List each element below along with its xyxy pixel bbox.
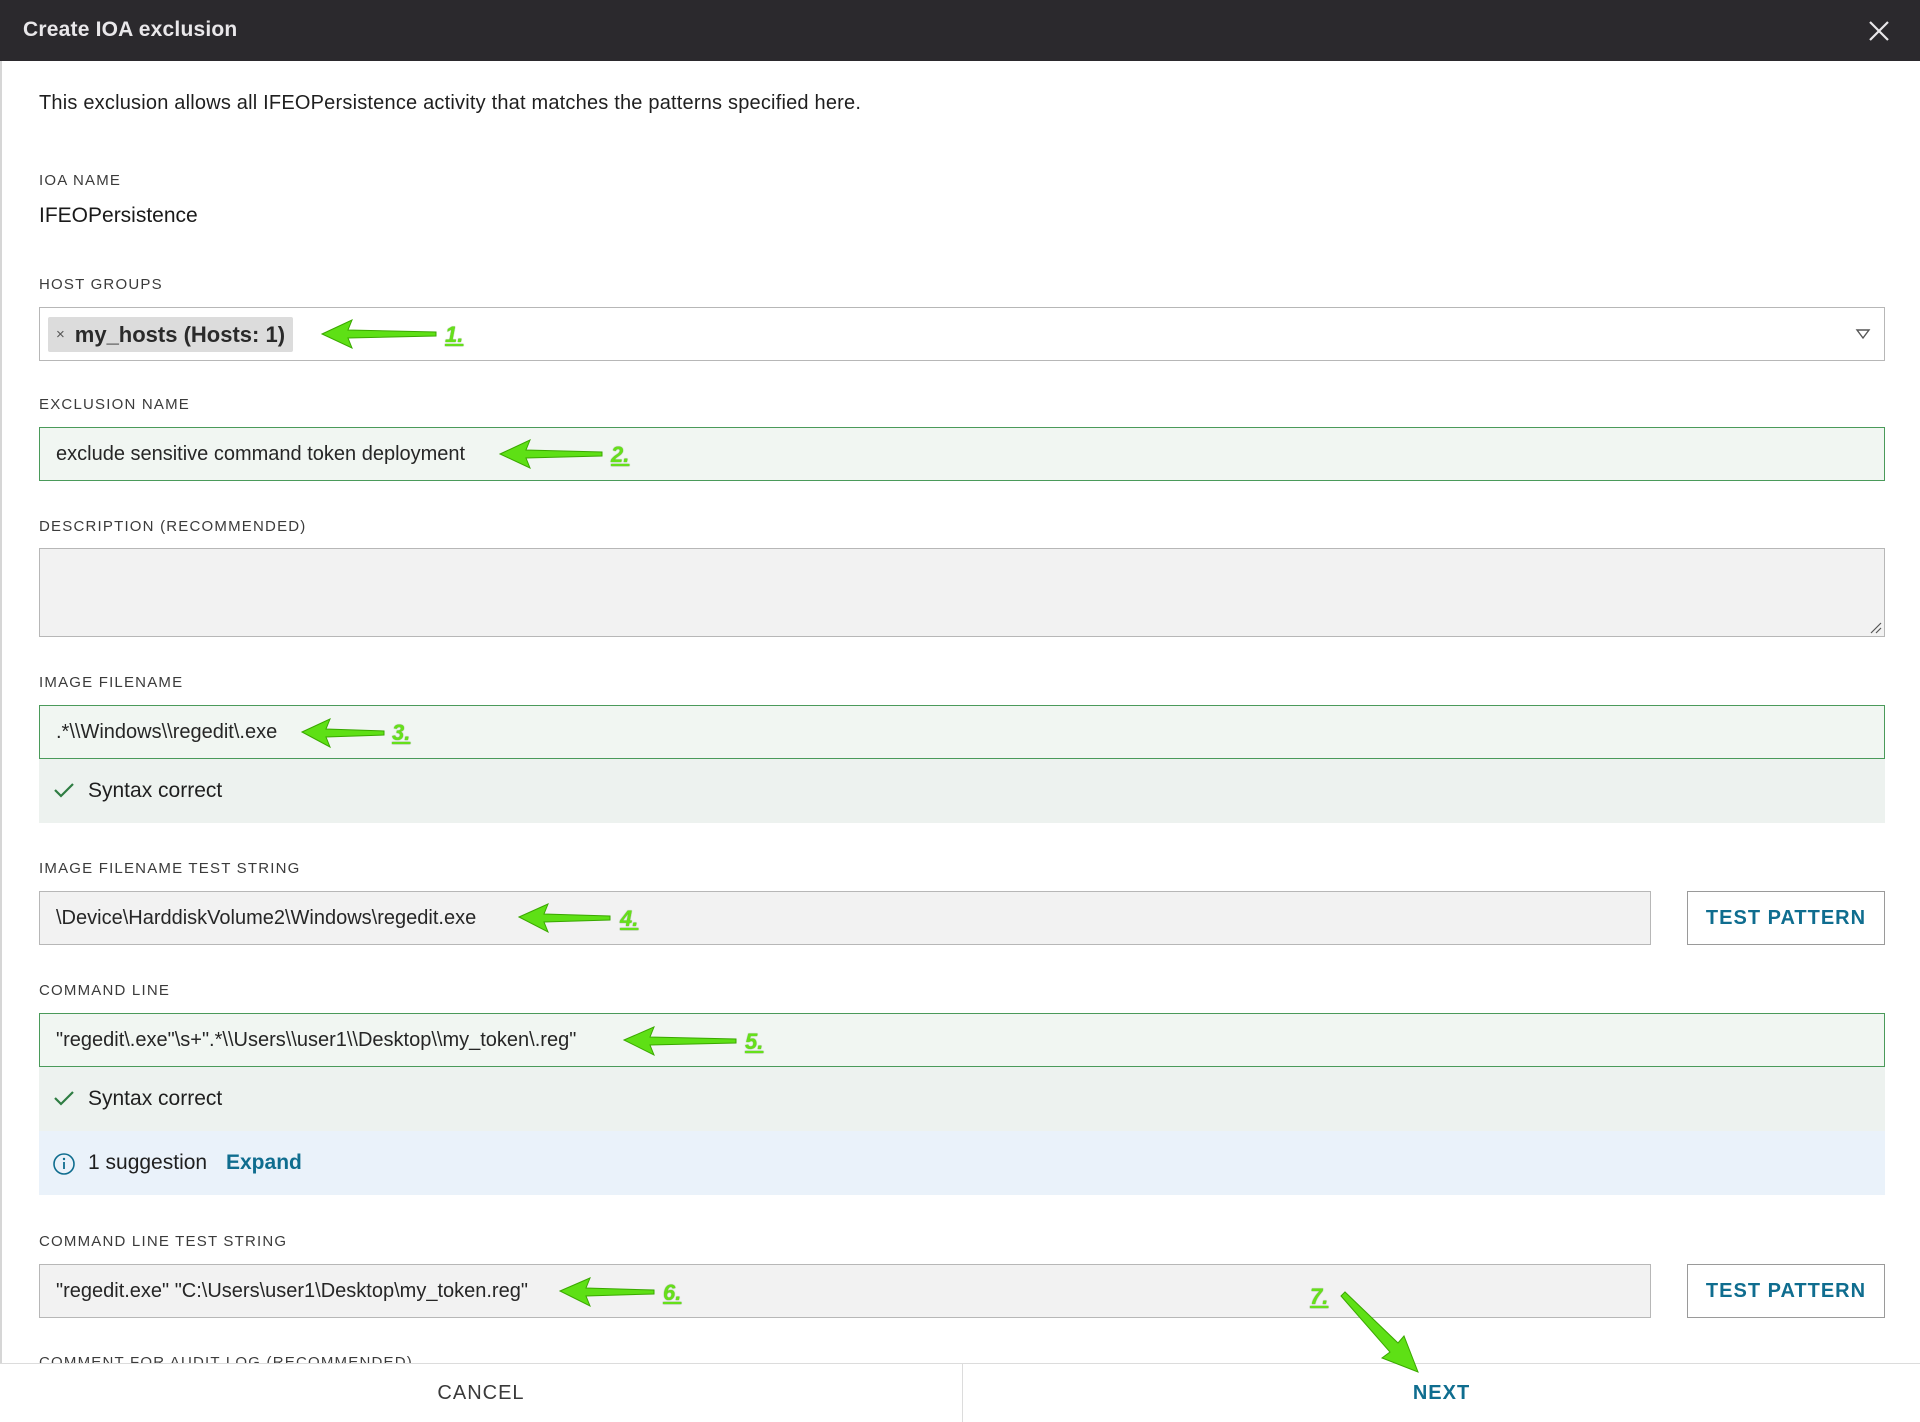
resize-handle-icon[interactable]: [1868, 620, 1882, 634]
dialog-title: Create IOA exclusion: [23, 18, 238, 41]
command-test-value: "regedit.exe" "C:\Users\user1\Desktop\my…: [56, 1280, 528, 1302]
dialog-titlebar: Create IOA exclusion: [0, 0, 1920, 61]
image-test-label: IMAGE FILENAME TEST STRING: [39, 860, 301, 877]
image-filename-status-text: Syntax correct: [88, 779, 223, 802]
command-line-suggestion: 1 suggestion Expand: [39, 1131, 1885, 1195]
next-button[interactable]: NEXT: [963, 1364, 1920, 1422]
image-test-input[interactable]: \Device\HarddiskVolume2\Windows\regedit.…: [39, 891, 1651, 945]
exclusion-name-input[interactable]: exclude sensitive command token deployme…: [39, 427, 1885, 481]
command-test-input[interactable]: "regedit.exe" "C:\Users\user1\Desktop\my…: [39, 1264, 1651, 1318]
check-icon: [54, 783, 74, 798]
suggestion-count: 1 suggestion: [88, 1151, 208, 1174]
annotation-step-6: 6.: [663, 1280, 682, 1305]
host-groups-label: HOST GROUPS: [39, 276, 163, 293]
expand-link[interactable]: Expand: [226, 1151, 302, 1175]
image-filename-input[interactable]: .*\\Windows\\regedit\.exe: [39, 705, 1885, 759]
annotation-step-7: 7.: [1310, 1284, 1329, 1309]
image-filename-status: Syntax correct: [39, 759, 1885, 823]
description-textarea[interactable]: [39, 548, 1885, 637]
host-group-tag-label: my_hosts (Hosts: 1): [74, 321, 286, 347]
host-group-tag: × my_hosts (Hosts: 1): [48, 317, 294, 352]
annotation-step-1: 1.: [445, 322, 464, 347]
image-test-value: \Device\HarddiskVolume2\Windows\regedit.…: [56, 907, 477, 929]
intro-text: This exclusion allows all IFEOPersistenc…: [39, 92, 862, 114]
info-icon: [53, 1153, 75, 1175]
exclusion-name-label: EXCLUSION NAME: [39, 396, 190, 413]
annotation-step-4: 4.: [620, 906, 639, 931]
annotation-step-2: 2.: [611, 442, 630, 467]
ioa-name-value: IFEOPersistence: [39, 204, 198, 227]
annotation-step-5: 5.: [745, 1029, 764, 1054]
command-line-label: COMMAND LINE: [39, 982, 171, 999]
check-icon: [54, 1091, 74, 1106]
command-line-status: Syntax correct: [39, 1067, 1885, 1131]
chevron-down-icon[interactable]: [1855, 326, 1871, 342]
command-line-value: "regedit\.exe"\s+".*\\Users\\user1\\Desk…: [56, 1029, 577, 1051]
command-line-input[interactable]: "regedit\.exe"\s+".*\\Users\\user1\\Desk…: [39, 1013, 1885, 1067]
exclusion-name-value: exclude sensitive command token deployme…: [56, 443, 466, 465]
image-test-pattern-button[interactable]: TEST PATTERN: [1687, 891, 1885, 945]
description-label: DESCRIPTION (RECOMMENDED): [39, 518, 307, 535]
cancel-button[interactable]: CANCEL: [0, 1364, 962, 1422]
annotation-step-3: 3.: [392, 720, 411, 745]
close-icon[interactable]: [1864, 16, 1894, 46]
command-test-pattern-button[interactable]: TEST PATTERN: [1687, 1264, 1885, 1318]
command-line-status-text: Syntax correct: [88, 1087, 223, 1110]
image-filename-label: IMAGE FILENAME: [39, 674, 184, 691]
host-groups-select[interactable]: × my_hosts (Hosts: 1): [39, 307, 1885, 361]
dialog-left-border: [0, 61, 2, 1422]
image-filename-value: .*\\Windows\\regedit\.exe: [56, 721, 278, 743]
ioa-name-label: IOA NAME: [39, 172, 122, 189]
dialog-footer: CANCEL NEXT: [0, 1363, 1920, 1422]
tag-remove-icon[interactable]: ×: [56, 326, 65, 343]
command-test-label: COMMAND LINE TEST STRING: [39, 1233, 288, 1250]
